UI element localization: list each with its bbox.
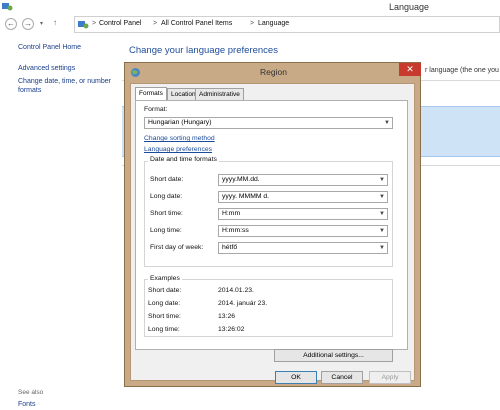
breadcrumb-separator: > [92,20,97,27]
long-date-dropdown[interactable]: yyyy. MMMM d. ▼ [218,191,388,203]
short-date-label: Short date: [150,176,184,183]
window-titlebar: Language [0,0,500,14]
recent-pages-icon[interactable]: ▾ [40,20,43,27]
example-long-date-value: 2014. január 23. [218,300,268,307]
format-dropdown[interactable]: Hungarian (Hungary) ▼ [144,117,393,129]
ok-button[interactable]: OK [275,371,317,384]
short-time-label: Short time: [150,210,183,217]
example-short-time-value: 13:26 [218,313,236,320]
breadcrumb-item[interactable]: Language [258,20,289,27]
sidebar-link-advanced[interactable]: Advanced settings [18,64,128,73]
sidebar-link-fonts[interactable]: Fonts [18,401,36,408]
format-label: Format: [144,106,168,113]
group-title: Date and time formats [148,156,219,163]
language-preferences-link[interactable]: Language preferences [144,146,212,153]
examples-group [144,279,393,337]
chevron-down-icon: ▼ [379,228,385,234]
region-dialog: Region ✕ Formats Location Administrative… [124,62,421,387]
address-bar[interactable]: > Control Panel > All Control Panel Item… [74,16,500,33]
sidebar: Control Panel Home Advanced settings Cha… [18,40,128,95]
example-long-time-value: 13:26:02 [218,326,245,333]
cancel-button[interactable]: Cancel [321,371,363,384]
apply-button[interactable]: Apply [369,371,411,384]
dialog-title: Region [260,67,287,77]
example-short-time-label: Short time: [148,313,181,320]
group-title: Examples [148,275,182,282]
up-arrow-icon[interactable]: ↑ [53,18,57,27]
navigation-bar: ← → ▾ ↑ > Control Panel > All Control Pa… [0,14,500,34]
first-day-value: hétfő [222,244,238,251]
chevron-down-icon: ▼ [379,245,385,251]
example-long-date-label: Long date: [148,300,181,307]
example-short-date-value: 2014.01.23. [218,287,254,294]
breadcrumb-item[interactable]: Control Panel [99,20,141,27]
first-day-label: First day of week: [150,244,204,251]
format-value: Hungarian (Hungary) [148,119,212,126]
breadcrumb-separator: > [153,20,158,27]
short-date-dropdown[interactable]: yyyy.MM.dd. ▼ [218,174,388,186]
short-date-value: yyyy.MM.dd. [222,176,260,183]
long-time-dropdown[interactable]: H:mm:ss ▼ [218,225,388,237]
chevron-down-icon: ▼ [379,177,385,183]
short-time-dropdown[interactable]: H:mm ▼ [218,208,388,220]
long-time-value: H:mm:ss [222,227,249,234]
formats-panel: Format: Hungarian (Hungary) ▼ Change sor… [135,100,408,362]
breadcrumb-item[interactable]: All Control Panel Items [161,20,232,27]
additional-settings-button[interactable]: Additional settings... [274,349,393,362]
chevron-down-icon: ▼ [379,211,385,217]
window-title: Language [389,2,430,12]
tab-formats[interactable]: Formats [135,87,167,101]
short-time-value: H:mm [222,210,241,217]
page-title: Change your language preferences [129,45,278,56]
chevron-down-icon: ▼ [379,194,385,200]
obscured-text: r language (the one you [425,67,499,74]
long-time-label: Long time: [150,227,182,234]
close-icon[interactable]: ✕ [399,63,421,76]
example-long-time-label: Long time: [148,326,180,333]
first-day-dropdown[interactable]: hétfő ▼ [218,242,388,254]
sidebar-link-formats[interactable]: Change date, time, or number formats [18,77,118,95]
breadcrumb-separator: > [250,20,255,27]
see-also-label: See also [18,389,44,396]
control-panel-icon [78,21,89,29]
back-arrow-icon[interactable]: ← [5,18,17,30]
change-sorting-link[interactable]: Change sorting method [144,135,215,142]
forward-arrow-icon[interactable]: → [22,18,34,30]
long-date-label: Long date: [150,193,183,200]
long-date-value: yyyy. MMMM d. [222,193,270,200]
chevron-down-icon: ▼ [384,120,390,126]
sidebar-link-home[interactable]: Control Panel Home [18,43,128,52]
tab-administrative[interactable]: Administrative [195,88,244,100]
dialog-body: Formats Location Administrative Format: … [130,83,415,384]
control-panel-icon [2,3,13,11]
example-short-date-label: Short date: [148,287,182,294]
